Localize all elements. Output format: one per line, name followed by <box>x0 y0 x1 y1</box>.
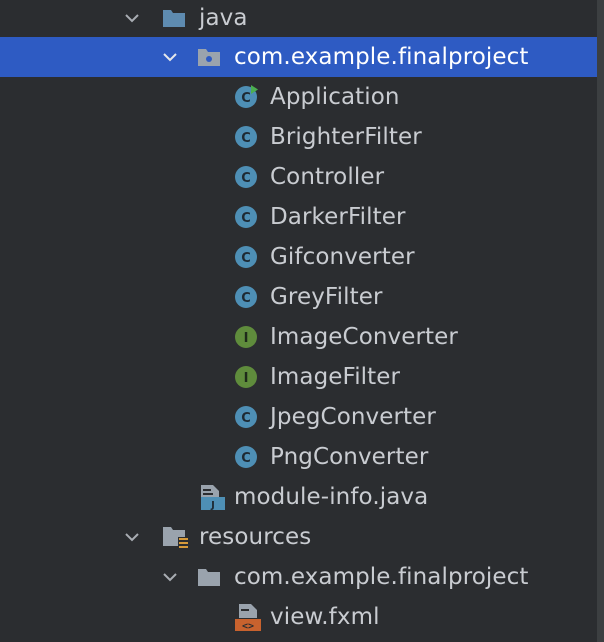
tree-item-controller[interactable]: C Controller <box>0 157 597 197</box>
class-icon: C <box>235 206 257 228</box>
svg-text:<>: <> <box>242 621 254 632</box>
tree-item-label: view.fxml <box>270 604 380 630</box>
tree-item-label: resources <box>199 524 312 550</box>
tree-item-greyfilter[interactable]: C GreyFilter <box>0 277 597 317</box>
tree-item-label: BrighterFilter <box>270 124 422 150</box>
tree-item-application[interactable]: C Application <box>0 77 597 117</box>
tree-item-view-fxml[interactable]: <> view.fxml <box>0 597 597 637</box>
svg-text:C: C <box>241 211 251 226</box>
svg-text:C: C <box>241 251 251 266</box>
class-icon: C <box>235 166 257 188</box>
tree-item-label: module-info.java <box>234 484 429 510</box>
svg-text:C: C <box>241 411 251 426</box>
tree-item-label: Gifconverter <box>270 244 415 270</box>
tree-item-label: PngConverter <box>270 444 429 470</box>
interface-icon: I <box>235 326 257 348</box>
tree-item-label: ImageFilter <box>270 364 401 390</box>
tree-item-jpegconverter[interactable]: C JpegConverter <box>0 397 597 437</box>
tree-item-label: Controller <box>270 164 385 190</box>
tree-item-darkerfilter[interactable]: C DarkerFilter <box>0 197 597 237</box>
tree-item-label: GreyFilter <box>270 284 383 310</box>
tree-item-label: JpegConverter <box>270 404 436 430</box>
chevron-down-icon[interactable] <box>162 569 178 585</box>
scrollbar-track[interactable] <box>597 0 604 642</box>
tree-item-imageconverter[interactable]: I ImageConverter <box>0 317 597 357</box>
svg-text:C: C <box>241 171 251 186</box>
class-icon: C <box>235 446 257 468</box>
interface-icon: I <box>235 366 257 388</box>
tree-item-label: DarkerFilter <box>270 204 406 230</box>
tree-item-package[interactable]: com.example.finalproject <box>0 37 597 77</box>
svg-text:I: I <box>244 331 249 346</box>
tree-item-label: ImageConverter <box>270 324 458 350</box>
tree-item-label: com.example.finalproject <box>234 44 529 70</box>
class-icon: C <box>235 246 257 268</box>
svg-text:C: C <box>241 291 251 306</box>
tree-item-label: com.example.finalproject <box>234 564 529 590</box>
chevron-down-icon[interactable] <box>124 10 140 26</box>
tree-item-label: java <box>199 5 248 31</box>
module-info-icon: J <box>201 485 225 511</box>
resources-folder-icon <box>163 527 189 550</box>
tree-item-pngconverter[interactable]: C PngConverter <box>0 437 597 477</box>
tree-item-resources-package[interactable]: com.example.finalproject <box>0 557 597 597</box>
class-icon: C <box>235 406 257 428</box>
tree-item-imagefilter[interactable]: I ImageFilter <box>0 357 597 397</box>
svg-text:C: C <box>241 91 251 106</box>
chevron-down-icon[interactable] <box>124 529 140 545</box>
svg-text:C: C <box>241 451 251 466</box>
tree-item-gifconverter[interactable]: C Gifconverter <box>0 237 597 277</box>
fxml-file-icon: <> <box>235 604 261 632</box>
source-folder-icon <box>163 10 185 27</box>
svg-text:C: C <box>241 131 251 146</box>
chevron-down-icon[interactable] <box>162 49 178 65</box>
project-tree: java com.example.finalproject C Applicat… <box>0 0 604 642</box>
class-icon: C <box>235 286 257 308</box>
folder-icon <box>198 569 220 586</box>
tree-item-module-info[interactable]: J module-info.java <box>0 477 597 517</box>
package-icon <box>198 49 220 66</box>
tree-item-brighterfilter[interactable]: C BrighterFilter <box>0 117 597 157</box>
tree-item-resources[interactable]: resources <box>0 517 597 557</box>
svg-text:J: J <box>210 500 215 511</box>
class-icon: C <box>235 126 257 148</box>
tree-item-java[interactable]: java <box>0 0 597 38</box>
tree-item-label: Application <box>270 84 400 110</box>
class-run-icon: C <box>235 85 258 108</box>
svg-text:I: I <box>244 371 249 386</box>
